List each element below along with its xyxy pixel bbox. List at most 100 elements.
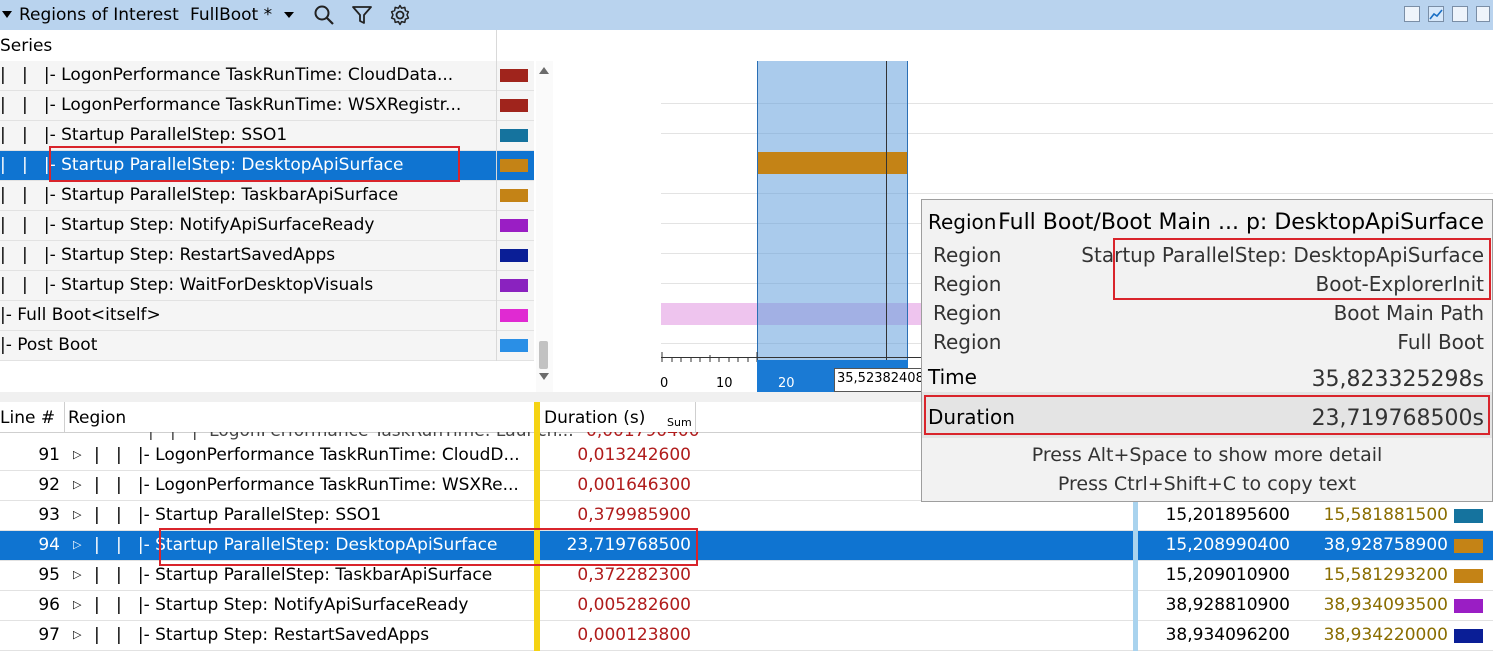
row-line-number: 94 — [38, 535, 60, 555]
row-end-time: 15,581293200 — [1323, 565, 1448, 585]
series-color-swatch — [500, 159, 528, 172]
series-label: | | |- LogonPerformance TaskRunTime: WSX… — [0, 95, 462, 115]
series-row[interactable]: | | |- LogonPerformance TaskRunTime: Clo… — [0, 61, 534, 91]
row-start-time: 38,934096200 — [1165, 625, 1290, 645]
column-divider — [496, 181, 497, 211]
row-color-swatch — [1454, 569, 1483, 583]
series-scrollbar[interactable] — [536, 61, 553, 392]
column-divider — [496, 30, 497, 61]
filter-icon[interactable] — [350, 3, 374, 27]
gear-icon[interactable] — [388, 3, 412, 27]
panel-title: Regions of Interest — [19, 5, 179, 25]
expand-icon[interactable]: ▷ — [73, 538, 81, 551]
table-view-icon[interactable] — [1452, 6, 1468, 22]
series-color-swatch — [500, 69, 528, 82]
expand-icon[interactable]: ▷ — [73, 568, 81, 581]
expand-icon[interactable]: ▷ — [73, 508, 81, 521]
column-header-line[interactable]: Line # — [0, 408, 55, 428]
tooltip-row-value: Boot Main Path — [1333, 301, 1484, 325]
expand-icon[interactable]: ▷ — [73, 628, 81, 641]
column-divider — [496, 331, 497, 361]
series-color-swatch — [500, 279, 528, 292]
table-row[interactable]: 96 ▷ | | |- Startup Step: NotifyApiSurface… — [0, 591, 1493, 621]
series-label: | | |- Startup ParallelStep: TaskbarApiS… — [0, 185, 399, 205]
collapse-arrow-icon[interactable] — [2, 11, 12, 18]
column-header-region[interactable]: Region — [68, 408, 126, 428]
preset-label: FullBoot * — [190, 5, 273, 25]
row-end-time: 15,581881500 — [1323, 505, 1448, 525]
row-duration: 0,379985900 — [577, 505, 691, 525]
regions-toolbar: Regions of Interest FullBoot * — [0, 0, 1493, 30]
graph-table-view-icon[interactable] — [1404, 6, 1420, 22]
row-end-time: 38,934220000 — [1323, 625, 1448, 645]
column-divider — [496, 271, 497, 301]
series-row[interactable]: | | |- LogonPerformance TaskRunTime: WSX… — [0, 91, 534, 121]
series-label: | | |- Startup Step: NotifyApiSurfaceRea… — [0, 215, 375, 235]
expand-icon[interactable]: ▷ — [73, 598, 81, 611]
tooltip-row-label: Region — [933, 243, 1002, 267]
column-divider — [496, 301, 497, 331]
tooltip-hint: Press Alt+Space to show more detail — [1031, 444, 1383, 466]
time-divider-bar — [1133, 502, 1138, 651]
series-color-swatch — [500, 339, 528, 352]
row-end-time: 38,934093500 — [1323, 595, 1448, 615]
row-line-number: 93 — [38, 505, 60, 525]
column-divider — [496, 151, 497, 181]
series-label: |- Full Boot<itself> — [0, 305, 161, 325]
tooltip-time-label: Time — [928, 365, 977, 389]
highlight-box — [924, 395, 1490, 435]
series-color-swatch — [500, 219, 528, 232]
row-line-number: 96 — [38, 595, 60, 615]
scroll-thumb[interactable] — [539, 341, 548, 369]
table-row[interactable]: 97 ▷ | | |- Startup Step: RestartSavedApps… — [0, 621, 1493, 651]
row-end-time: 38,928758900 — [1323, 535, 1448, 555]
series-row[interactable]: |- Full Boot<itself> — [0, 301, 534, 331]
axis-tick-label: 20 — [778, 376, 795, 391]
more-icon[interactable] — [1476, 6, 1490, 22]
series-row[interactable]: |- Post Boot — [0, 331, 534, 361]
expand-icon[interactable]: ▷ — [73, 448, 81, 461]
row-region: | | |- Startup ParallelStep: SSO1 — [94, 505, 382, 525]
column-divider — [64, 402, 65, 432]
group-divider-bar — [534, 402, 540, 651]
series-row[interactable]: | | |- Startup Step: NotifyApiSurfaceRea… — [0, 211, 534, 241]
series-row[interactable]: | | |- Startup Step: RestartSavedApps — [0, 241, 534, 271]
expand-icon[interactable]: ▷ — [73, 478, 81, 491]
series-label: | | |- Startup ParallelStep: SSO1 — [0, 125, 288, 145]
chevron-down-icon — [283, 12, 294, 18]
table-row[interactable]: 93 ▷ | | |- Startup ParallelStep: SSO1 0,37… — [0, 501, 1493, 531]
graph-view-icon[interactable] — [1428, 6, 1444, 22]
series-label: |- Post Boot — [0, 335, 98, 355]
partial-duration: 0,001790400 — [586, 432, 700, 441]
series-header: Series — [0, 30, 534, 62]
column-divider — [695, 402, 696, 432]
row-color-swatch — [1454, 629, 1483, 643]
column-divider — [496, 61, 497, 91]
row-region: | | |- Startup ParallelStep: TaskbarApiS… — [94, 565, 493, 585]
desktop-api-surface-bar[interactable] — [758, 152, 907, 174]
column-divider — [496, 121, 497, 151]
series-row[interactable]: | | |- Startup Step: WaitForDesktopVisua… — [0, 271, 534, 301]
row-line-number: 92 — [38, 475, 60, 495]
series-row[interactable]: | | |- Startup ParallelStep: TaskbarApiS… — [0, 181, 534, 211]
row-duration: 0,001646300 — [577, 475, 691, 495]
series-label: | | |- Startup Step: WaitForDesktopVisua… — [0, 275, 374, 295]
row-line-number: 97 — [38, 625, 60, 645]
column-header-duration[interactable]: Duration (s) — [544, 408, 645, 428]
row-color-swatch — [1454, 539, 1483, 553]
cursor-line — [886, 61, 887, 391]
partial-region: | | |- LogonPerformance TaskRunTime: Lau… — [148, 432, 574, 441]
series-label: | | |- LogonPerformance TaskRunTime: Clo… — [0, 65, 454, 85]
series-header-label: Series — [0, 36, 53, 56]
row-duration: 0,013242600 — [577, 445, 691, 465]
row-color-swatch — [1454, 509, 1483, 523]
scroll-down-icon[interactable] — [539, 373, 549, 380]
scroll-up-icon[interactable] — [539, 67, 549, 74]
row-color-swatch — [1454, 599, 1483, 613]
row-duration: 0,005282600 — [577, 595, 691, 615]
row-duration: 0,372282300 — [577, 565, 691, 585]
series-color-swatch — [500, 99, 528, 112]
search-icon[interactable] — [312, 3, 336, 27]
preset-dropdown[interactable]: FullBoot * — [190, 5, 294, 25]
axis-tick-label: 10 — [716, 376, 733, 391]
